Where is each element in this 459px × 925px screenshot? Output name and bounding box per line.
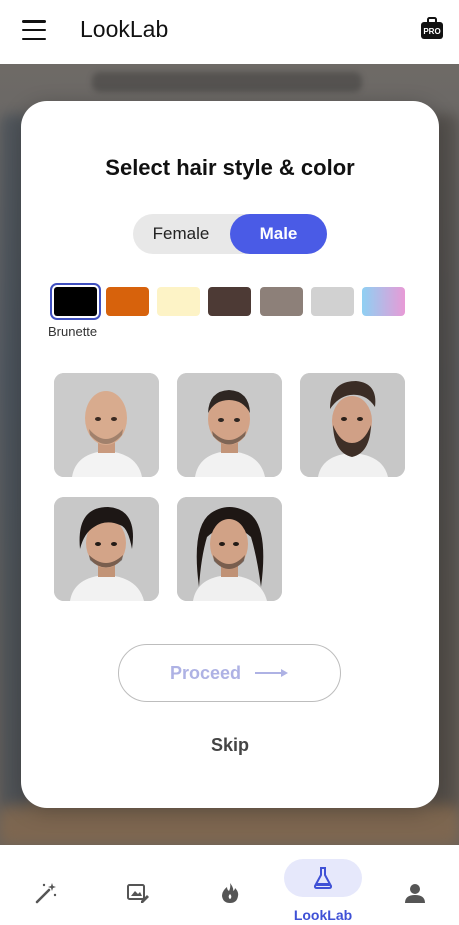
skip-button[interactable]: Skip [190,735,270,756]
color-swatch-blonde[interactable] [157,287,200,316]
style-buzz-cut[interactable] [177,373,282,477]
color-swatch-dark-brown[interactable] [208,287,251,316]
flask-icon [313,867,333,889]
gender-toggle: Female Male [133,214,327,254]
color-swatch-silver[interactable] [311,287,354,316]
proceed-label: Proceed [169,662,242,683]
hair-style-dialog: Select hair style & color Female Male Br… [21,101,439,808]
menu-icon[interactable] [22,20,46,40]
color-swatch-ash-brown[interactable] [260,287,303,316]
style-bald[interactable] [54,373,159,477]
nav-item-profile[interactable] [370,845,459,925]
gender-male-option[interactable]: Male [230,214,327,254]
style-pompadour-beard[interactable] [300,373,405,477]
gender-female-option[interactable]: Female [133,214,229,254]
nav-item-trending[interactable] [184,845,276,925]
person-icon [405,884,425,903]
blurred-tile [0,804,459,845]
nav-item-looklab[interactable]: LookLab [276,845,370,925]
blurred-heading [92,72,362,92]
app-bar: LookLab PRO [0,0,459,64]
color-swatch-pastel[interactable] [362,287,405,316]
selected-color-label: Brunette [48,324,98,339]
style-long-hair[interactable] [177,497,282,601]
nav-item-edit[interactable] [92,845,184,925]
dialog-title: Select hair style & color [105,155,355,180]
bottom-nav: LookLab [0,845,459,925]
edit-image-icon [127,884,149,903]
pro-badge-icon[interactable]: PRO [421,17,443,39]
proceed-button[interactable]: Proceed [118,644,341,702]
style-wavy-medium[interactable] [54,497,159,601]
color-swatch-copper[interactable] [106,287,149,316]
color-swatch-black[interactable] [50,283,101,320]
app-title: LookLab [80,16,169,42]
nav-item-label: LookLab [293,907,353,923]
nav-item-magic[interactable] [0,845,92,925]
fire-icon [222,883,239,903]
svg-text:PRO: PRO [423,27,440,36]
arrow-right-icon [255,669,289,677]
magic-wand-icon [35,883,57,904]
